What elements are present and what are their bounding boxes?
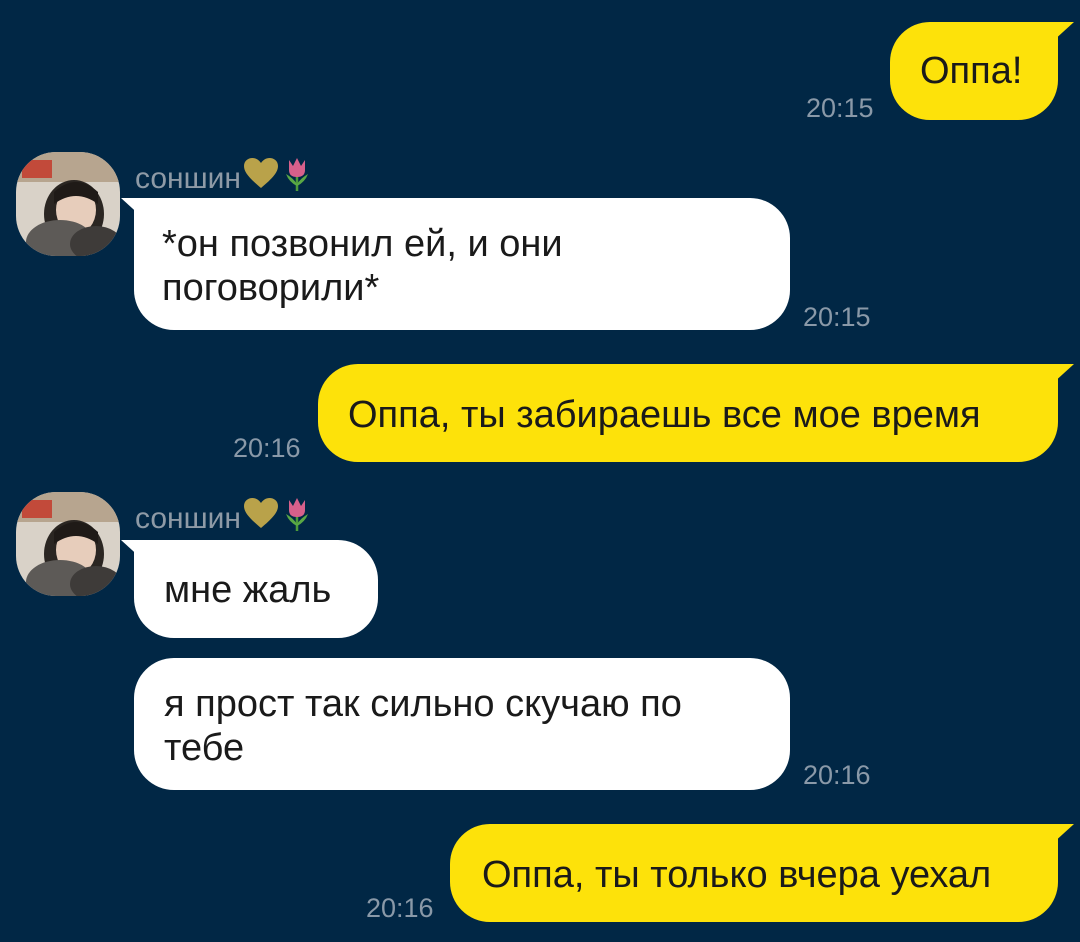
avatar[interactable] (16, 492, 120, 596)
message-text: я прост так сильно скучаю по тебе (164, 683, 682, 769)
message-time: 20:15 (803, 302, 871, 332)
outgoing-message-bubble[interactable]: Оппа, ты только вчера уехал (450, 824, 1058, 922)
incoming-message-bubble[interactable]: *он позвонил ей, и они поговорили* (134, 198, 790, 330)
message-text: Оппа, ты только вчера уехал (482, 854, 992, 896)
sender-name-text: соншин (135, 501, 241, 535)
incoming-message-bubble[interactable]: я прост так сильно скучаю по тебе (134, 658, 790, 790)
bubble-tail (121, 540, 151, 560)
bubble-tail (1044, 22, 1074, 42)
message-time: 20:16 (803, 760, 871, 790)
avatar-photo (16, 492, 120, 596)
message-text: мне жаль (164, 569, 332, 611)
bubble-tail (1044, 364, 1074, 384)
sender-name: соншин (135, 156, 313, 201)
chat-view: Оппа! 20:15 соншин *он позвонил ей, и он… (0, 0, 1080, 942)
yellow-heart-icon (243, 158, 279, 199)
message-text: Оппа, ты забираешь все мое время (348, 394, 981, 436)
tulip-icon (281, 496, 313, 541)
bubble-tail (1044, 824, 1074, 844)
message-time: 20:16 (233, 433, 301, 463)
avatar-photo (16, 152, 120, 256)
incoming-message-bubble[interactable]: мне жаль (134, 540, 378, 638)
sender-name: соншин (135, 496, 313, 541)
message-text: Оппа! (920, 50, 1023, 92)
bubble-tail (121, 198, 151, 218)
message-text: *он позвонил ей, и они поговорили* (162, 223, 563, 309)
outgoing-message-bubble[interactable]: Оппа! (890, 22, 1058, 120)
sender-name-text: соншин (135, 161, 241, 195)
message-time: 20:16 (366, 893, 434, 923)
tulip-icon (281, 156, 313, 201)
message-time: 20:15 (806, 93, 874, 123)
avatar[interactable] (16, 152, 120, 256)
yellow-heart-icon (243, 498, 279, 539)
outgoing-message-bubble[interactable]: Оппа, ты забираешь все мое время (318, 364, 1058, 462)
